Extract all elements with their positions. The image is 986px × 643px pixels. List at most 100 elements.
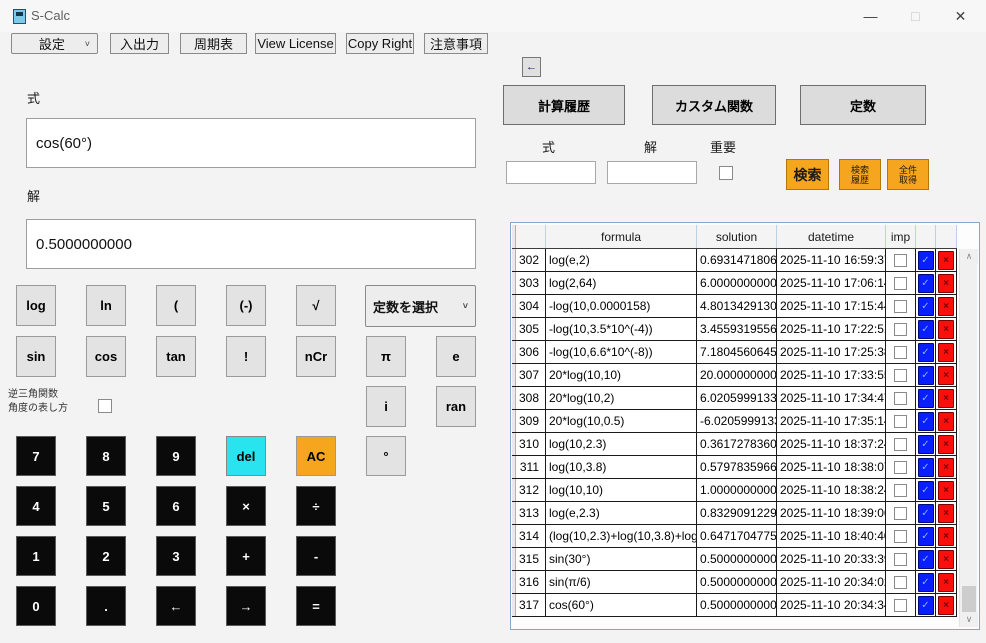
solution-output[interactable]	[26, 219, 476, 269]
check-icon[interactable]: ✓	[917, 457, 934, 477]
key-1[interactable]: 1	[16, 536, 56, 576]
key-del[interactable]: del	[226, 436, 266, 476]
key-nCr[interactable]: nCr	[296, 336, 336, 377]
delete-icon[interactable]: ×	[938, 273, 954, 293]
delete-icon[interactable]: ×	[938, 549, 954, 569]
delete-icon[interactable]: ×	[938, 457, 954, 477]
menu-button-copy-right[interactable]: Copy Right	[346, 33, 414, 54]
key-6[interactable]: 6	[156, 486, 196, 526]
delete-icon[interactable]: ×	[938, 503, 954, 523]
check-icon[interactable]: ✓	[917, 503, 934, 523]
check-icon[interactable]: ✓	[917, 549, 934, 569]
delete-icon[interactable]: ×	[938, 388, 954, 408]
delete-icon[interactable]: ×	[938, 250, 954, 270]
key-([interactable]: (	[156, 285, 196, 326]
delete-icon[interactable]: ×	[938, 411, 954, 431]
check-icon[interactable]: ✓	[917, 572, 934, 592]
search-formula-input[interactable]	[506, 161, 596, 184]
important-checkbox[interactable]	[894, 575, 907, 589]
important-checkbox[interactable]	[894, 506, 907, 520]
important-checkbox[interactable]	[894, 322, 907, 336]
key-log[interactable]: log	[16, 285, 56, 326]
important-checkbox[interactable]	[894, 598, 907, 612]
close-button[interactable]: ✕	[938, 0, 983, 32]
check-icon[interactable]: ✓	[917, 388, 934, 408]
key-cos[interactable]: cos	[86, 336, 126, 377]
key-e[interactable]: e	[436, 336, 476, 377]
key-←[interactable]: ←	[156, 586, 196, 626]
delete-icon[interactable]: ×	[938, 526, 954, 546]
check-icon[interactable]: ✓	[917, 250, 934, 270]
minimize-button[interactable]: —	[848, 0, 893, 32]
key-AC[interactable]: AC	[296, 436, 336, 476]
important-checkbox[interactable]	[894, 414, 907, 428]
table-row[interactable]: 316 sin(π/6) 0.5000000000 2025-11-10 20:34:…	[512, 571, 957, 594]
important-checkbox[interactable]	[894, 460, 907, 474]
key-0[interactable]: 0	[16, 586, 56, 626]
table-scrollbar[interactable]: ∧ ∨	[959, 249, 978, 627]
table-row[interactable]: 311 log(10,3.8) 0.5797835966 2025-11-10 18:…	[512, 456, 957, 479]
delete-icon[interactable]: ×	[938, 572, 954, 592]
key-sin[interactable]: sin	[16, 336, 56, 377]
scroll-up-icon[interactable]: ∧	[960, 249, 978, 264]
menu-button-io[interactable]: 入出力	[110, 33, 169, 54]
table-row[interactable]: 310 log(10,2.3) 0.3617278360 2025-11-10 18:…	[512, 433, 957, 456]
table-row[interactable]: 313 log(e,2.3) 0.8329091229 2025-11-10 18:3…	[512, 502, 957, 525]
table-row[interactable]: 304 -log(10,0.0000158) 4.8013429130 2025-11…	[512, 295, 957, 318]
check-icon[interactable]: ✓	[917, 296, 934, 316]
important-checkbox[interactable]	[894, 345, 907, 359]
check-icon[interactable]: ✓	[917, 595, 934, 615]
important-checkbox[interactable]	[894, 437, 907, 451]
search-button[interactable]: 検索	[786, 159, 829, 190]
delete-icon[interactable]: ×	[938, 296, 954, 316]
delete-icon[interactable]: ×	[938, 365, 954, 385]
key-ln[interactable]: ln	[86, 285, 126, 326]
table-row[interactable]: 317 cos(60°) 0.5000000000 2025-11-10 20:34:…	[512, 594, 957, 617]
key-(-)[interactable]: (-)	[226, 285, 266, 326]
key-3[interactable]: 3	[156, 536, 196, 576]
menu-button-notes[interactable]: 注意事項	[424, 33, 488, 54]
maximize-button[interactable]: □	[893, 0, 938, 32]
inverse-trig-checkbox[interactable]	[98, 399, 112, 413]
key--[interactable]: -	[296, 536, 336, 576]
constant-dropdown[interactable]: 定数を選択 ˅	[365, 285, 476, 327]
table-row[interactable]: 315 sin(30°) 0.5000000000 2025-11-10 20:33:…	[512, 548, 957, 571]
key-→[interactable]: →	[226, 586, 266, 626]
table-row[interactable]: 307 20*log(10,10) 20.0000000000 2025-11-10 …	[512, 364, 957, 387]
settings-dropdown[interactable]: 設定 ˅	[11, 33, 98, 54]
table-row[interactable]: 305 -log(10,3.5*10^(-4)) 3.4559319556 2025-…	[512, 318, 957, 341]
key-=[interactable]: =	[296, 586, 336, 626]
important-checkbox[interactable]	[894, 276, 907, 290]
check-icon[interactable]: ✓	[917, 342, 934, 362]
check-icon[interactable]: ✓	[917, 411, 934, 431]
key-pi[interactable]: π	[366, 336, 406, 377]
tab-custom-functions[interactable]: カスタム関数	[652, 85, 776, 125]
delete-icon[interactable]: ×	[938, 319, 954, 339]
important-checkbox[interactable]	[894, 483, 907, 497]
important-checkbox[interactable]	[894, 253, 907, 267]
search-important-checkbox[interactable]	[719, 166, 733, 180]
key-×[interactable]: ×	[226, 486, 266, 526]
key-√[interactable]: √	[296, 285, 336, 326]
key-degree[interactable]: °	[366, 436, 406, 476]
check-icon[interactable]: ✓	[917, 319, 934, 339]
delete-icon[interactable]: ×	[938, 595, 954, 615]
delete-icon[interactable]: ×	[938, 342, 954, 362]
key-![interactable]: !	[226, 336, 266, 377]
key-i[interactable]: i	[366, 386, 406, 427]
formula-input[interactable]	[26, 118, 476, 168]
fetch-all-button[interactable]: 全件 取得	[887, 159, 929, 190]
check-icon[interactable]: ✓	[917, 480, 934, 500]
key-÷[interactable]: ÷	[296, 486, 336, 526]
back-button[interactable]: ←	[522, 57, 541, 77]
table-row[interactable]: 309 20*log(10,0.5) -6.0205999133 2025-11-10…	[512, 410, 957, 433]
scrollbar-thumb[interactable]	[962, 586, 976, 614]
menu-button-periodic-table[interactable]: 周期表	[180, 33, 247, 54]
table-row[interactable]: 314 (log(10,2.3)+log(10,3.8)+log 0.6471704…	[512, 525, 957, 548]
key-.[interactable]: .	[86, 586, 126, 626]
menu-button-view-license[interactable]: View License	[255, 33, 336, 54]
key-9[interactable]: 9	[156, 436, 196, 476]
table-row[interactable]: 308 20*log(10,2) 6.0205999133 2025-11-10 17…	[512, 387, 957, 410]
scroll-down-icon[interactable]: ∨	[960, 612, 978, 627]
delete-icon[interactable]: ×	[938, 434, 954, 454]
